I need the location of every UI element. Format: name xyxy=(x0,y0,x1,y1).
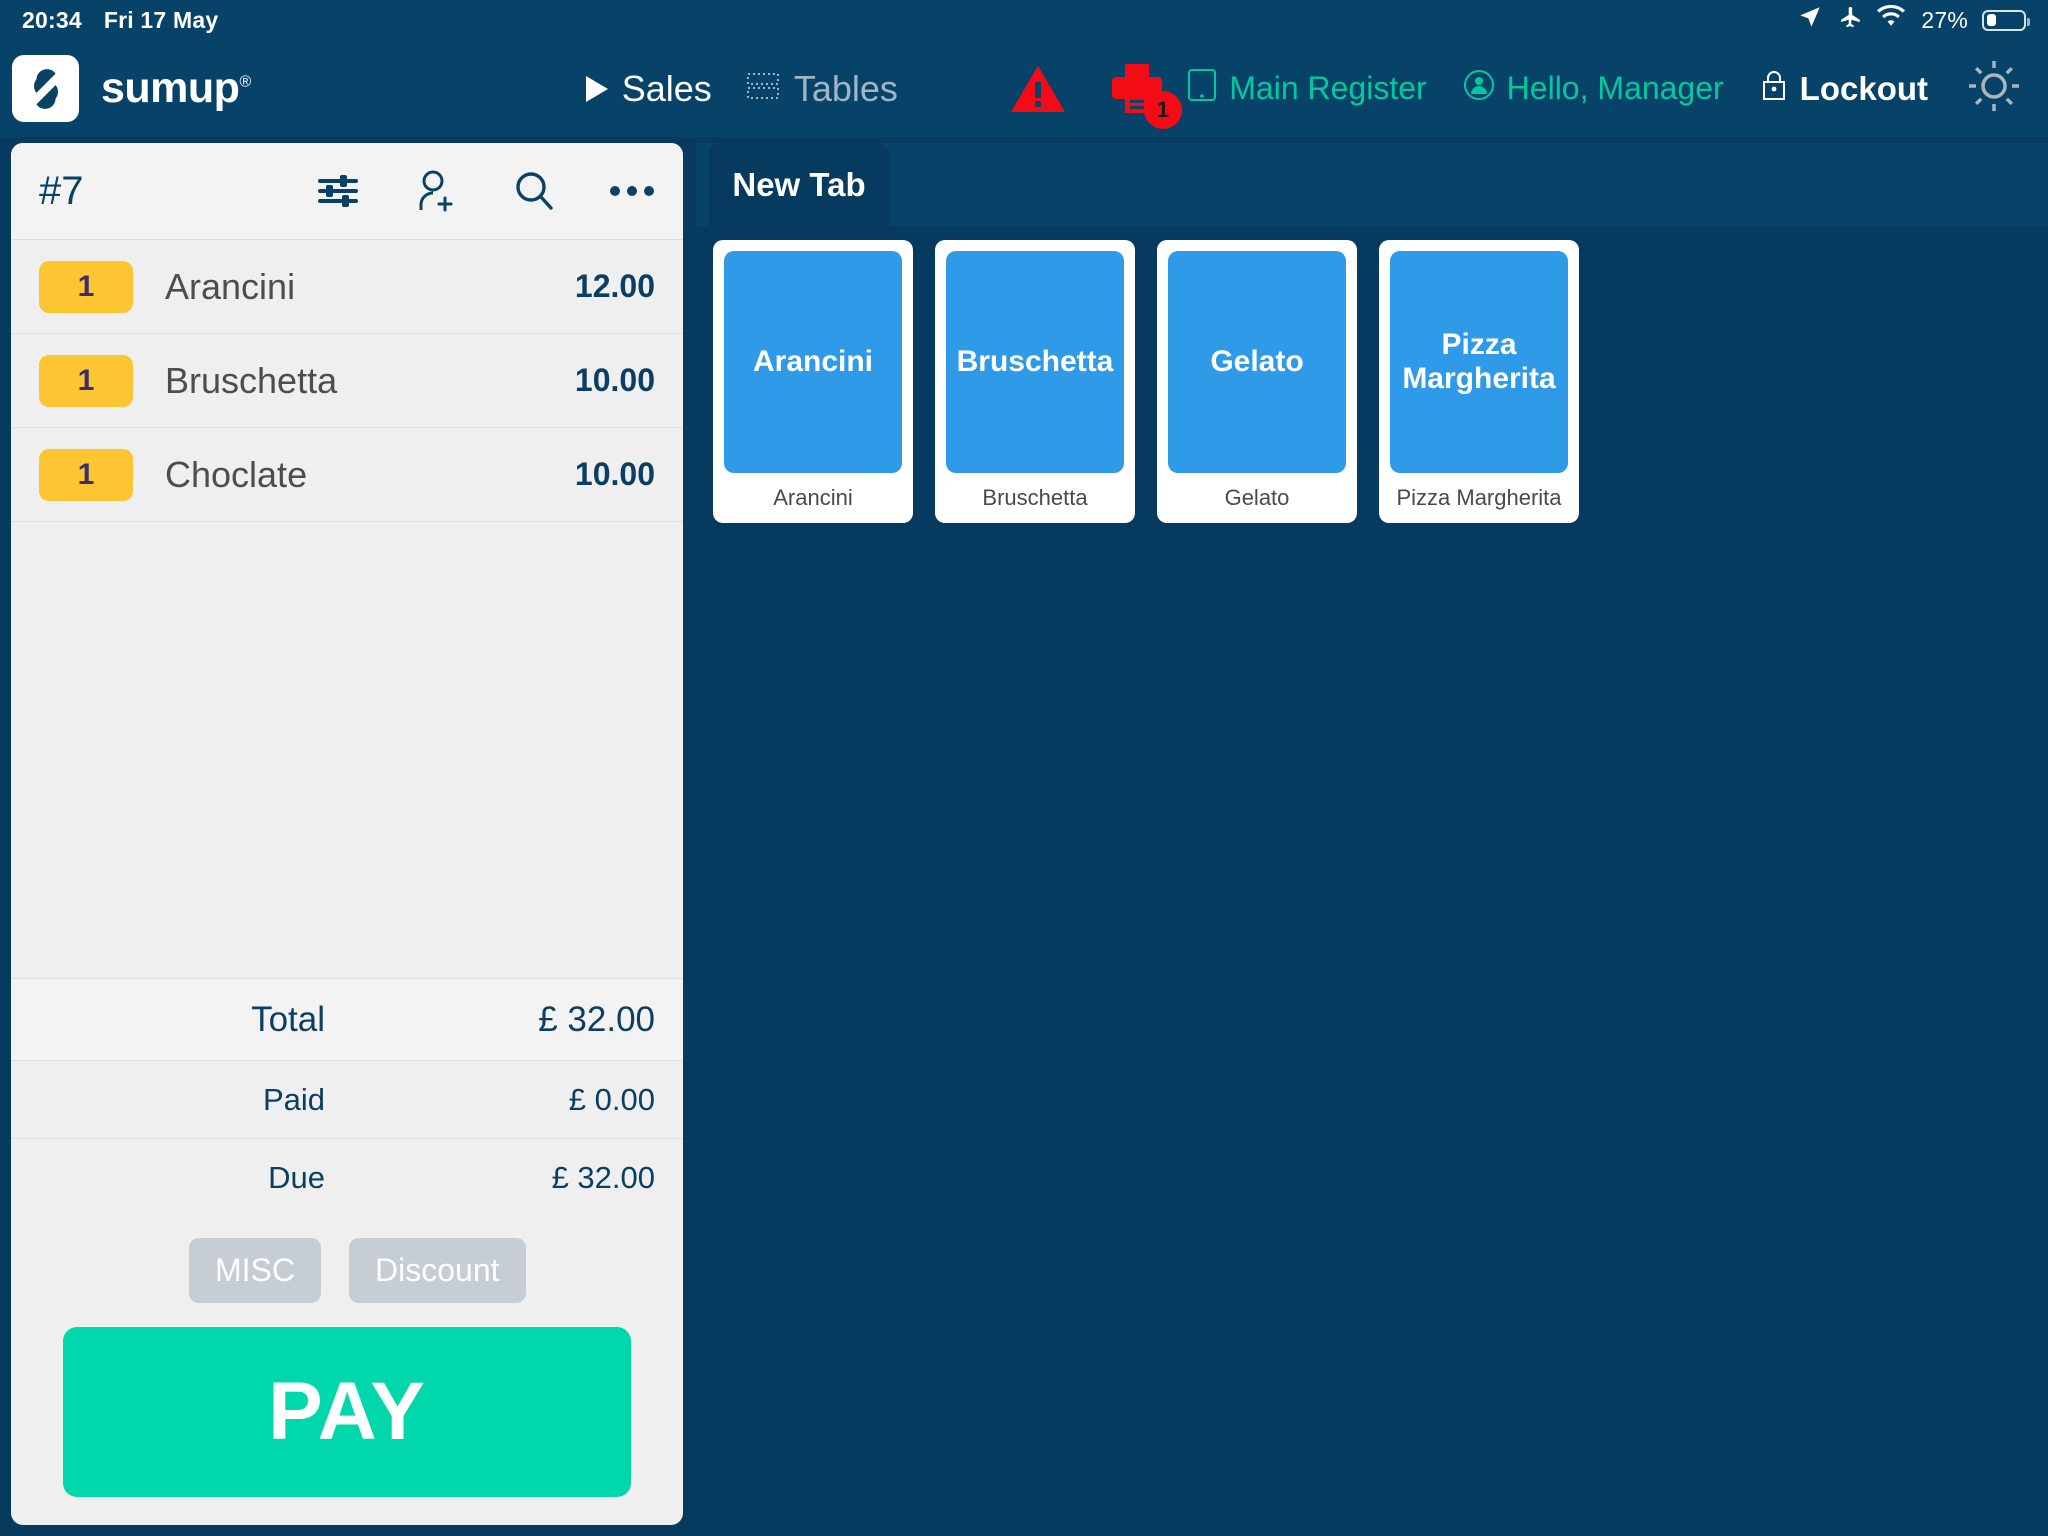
product-tile-caption: Bruschetta xyxy=(982,485,1088,510)
total-label: Total xyxy=(251,999,325,1039)
gear-icon[interactable] xyxy=(1964,56,2024,121)
tab-new-tab[interactable]: New Tab xyxy=(709,143,889,226)
nav-tab-tables[interactable]: Tables xyxy=(746,68,898,110)
register-selector[interactable]: Main Register xyxy=(1187,68,1427,110)
warning-triangle-icon[interactable] xyxy=(1010,64,1066,114)
item-name-label: Bruschetta xyxy=(165,359,338,401)
table-row[interactable]: 1 Choclate 10.00 xyxy=(11,428,683,522)
item-quantity-badge[interactable]: 1 xyxy=(39,448,133,501)
register-label: Main Register xyxy=(1229,70,1427,106)
product-catalog: Arancini Arancini Bruschetta Bruschetta … xyxy=(696,226,2048,1536)
product-tile-image: Gelato xyxy=(1168,251,1346,473)
product-tile-caption: Arancini xyxy=(773,485,853,510)
sumup-wordmark: sumup® xyxy=(101,64,251,112)
catalog-tab-bar: New Tab xyxy=(696,143,2048,226)
battery-icon xyxy=(1982,9,2030,31)
total-value: £ 32.00 xyxy=(538,999,655,1039)
product-tile-caption: Pizza Margherita xyxy=(1396,485,1562,510)
wifi-icon xyxy=(1877,4,1906,35)
status-bar-date: Fri 17 May xyxy=(103,6,219,33)
paid-value: £ 0.00 xyxy=(568,1081,655,1117)
order-panel-header: #7 xyxy=(11,143,683,240)
table-row[interactable]: 1 Bruschetta 10.00 xyxy=(11,334,683,428)
tablet-icon xyxy=(1187,68,1217,110)
product-tile-image: Pizza Margherita xyxy=(1390,251,1568,473)
nav-tab-sales-label: Sales xyxy=(621,67,712,109)
user-menu[interactable]: Hello, Manager xyxy=(1463,69,1724,109)
user-circle-icon xyxy=(1463,69,1495,109)
total-row: Total £ 32.00 xyxy=(11,978,683,1060)
order-modifier-buttons: MISC Discount xyxy=(11,1216,683,1321)
discount-button[interactable]: Discount xyxy=(349,1238,526,1303)
due-row: Due £ 32.00 xyxy=(11,1138,683,1216)
top-navigation-bar: sumup® Sales Tables 1 Main Register Hell… xyxy=(0,40,2048,137)
product-tile-image: Bruschetta xyxy=(946,251,1124,473)
add-customer-icon[interactable] xyxy=(413,168,459,214)
due-value: £ 32.00 xyxy=(551,1159,655,1195)
airplane-mode-icon xyxy=(1837,4,1863,36)
paid-row: Paid £ 0.00 xyxy=(11,1060,683,1138)
ios-status-bar: 20:34 Fri 17 May 27% xyxy=(0,0,2048,40)
printer-icon[interactable]: 1 xyxy=(1108,61,1182,129)
pos-screen: 20:34 Fri 17 May 27% sumup® Sales Tables… xyxy=(0,0,2048,1536)
product-tile-caption: Gelato xyxy=(1224,485,1290,510)
search-icon[interactable] xyxy=(511,168,557,214)
product-tile-image: Arancini xyxy=(724,251,902,473)
sumup-logo: sumup® xyxy=(12,55,251,122)
status-bar-time: 20:34 xyxy=(22,6,82,33)
product-tile-bruschetta[interactable]: Bruschetta Bruschetta xyxy=(935,240,1135,523)
tab-new-tab-label: New Tab xyxy=(732,165,866,203)
product-tile-arancini[interactable]: Arancini Arancini xyxy=(713,240,913,523)
nav-tab-tables-label: Tables xyxy=(793,67,898,109)
item-price-label: 10.00 xyxy=(574,456,655,492)
item-quantity-badge[interactable]: 1 xyxy=(39,354,133,407)
nav-tab-sales[interactable]: Sales xyxy=(585,67,712,110)
table-row[interactable]: 1 Arancini 12.00 xyxy=(11,240,683,334)
printer-badge-count: 1 xyxy=(1143,90,1182,129)
battery-percent-label: 27% xyxy=(1921,6,1968,33)
misc-button[interactable]: MISC xyxy=(189,1238,321,1303)
item-name-label: Arancini xyxy=(165,265,296,307)
product-tile-grid: Arancini Arancini Bruschetta Bruschetta … xyxy=(713,240,2048,523)
order-items-list: 1 Arancini 12.00 1 Bruschetta 10.00 1 Ch… xyxy=(11,240,683,978)
item-name-label: Choclate xyxy=(165,453,308,495)
play-triangle-icon xyxy=(585,75,608,102)
sumup-mark-icon xyxy=(12,55,79,122)
item-price-label: 10.00 xyxy=(574,362,655,398)
order-panel: #7 1 Arancini 12.00 1 Bruschetta 10.00 1… xyxy=(11,143,683,1525)
pay-button-container: PAY xyxy=(11,1321,683,1525)
more-options-icon[interactable] xyxy=(609,168,655,214)
due-label: Due xyxy=(268,1159,325,1195)
sliders-icon[interactable] xyxy=(315,168,361,214)
order-id-label: #7 xyxy=(39,168,84,213)
lockout-label: Lockout xyxy=(1799,69,1928,107)
product-tile-gelato[interactable]: Gelato Gelato xyxy=(1157,240,1357,523)
paid-label: Paid xyxy=(262,1081,325,1117)
order-totals: Total £ 32.00 Paid £ 0.00 Due £ 32.00 MI… xyxy=(11,978,683,1525)
lock-icon xyxy=(1760,68,1788,110)
lockout-button[interactable]: Lockout xyxy=(1760,68,1928,110)
user-greeting-label: Hello, Manager xyxy=(1506,70,1724,106)
tables-grid-icon xyxy=(746,68,780,110)
item-quantity-badge[interactable]: 1 xyxy=(39,260,133,313)
pay-button[interactable]: PAY xyxy=(63,1327,631,1497)
product-tile-pizza-margherita[interactable]: Pizza Margherita Pizza Margherita xyxy=(1379,240,1579,523)
location-arrow-icon xyxy=(1797,4,1823,36)
item-price-label: 12.00 xyxy=(574,268,655,304)
